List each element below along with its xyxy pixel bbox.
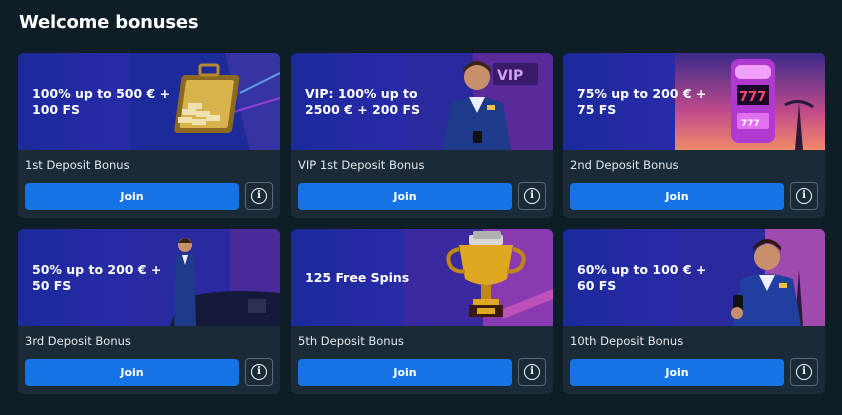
bonus-card: 777 777 75% up to 200 € + 75 FS 2nd Depo…	[563, 53, 825, 218]
bonus-name: 5th Deposit Bonus	[298, 334, 404, 348]
join-button[interactable]: Join	[298, 359, 512, 386]
info-icon: i	[251, 364, 267, 380]
info-button[interactable]: i	[790, 182, 818, 210]
bonus-headline: 100% up to 500 € + 100 FS	[32, 85, 171, 117]
info-icon: i	[524, 188, 540, 204]
bonus-name: 1st Deposit Bonus	[25, 158, 130, 172]
bonus-name: 3rd Deposit Bonus	[25, 334, 131, 348]
info-icon: i	[796, 188, 812, 204]
info-icon: i	[796, 364, 812, 380]
join-button[interactable]: Join	[570, 183, 784, 210]
bonus-name: 2nd Deposit Bonus	[570, 158, 679, 172]
svg-text:VIP: VIP	[497, 68, 523, 84]
bonus-name: 10th Deposit Bonus	[570, 334, 684, 348]
bonus-banner[interactable]: 777 777 75% up to 200 € + 75 FS	[563, 53, 825, 150]
info-icon: i	[251, 188, 267, 204]
bonus-headline: 60% up to 100 € + 60 FS	[577, 261, 707, 293]
bonus-banner[interactable]: 60% up to 100 € + 60 FS	[563, 229, 825, 326]
info-button[interactable]: i	[245, 358, 273, 386]
join-button[interactable]: Join	[298, 183, 512, 210]
join-button[interactable]: Join	[25, 359, 239, 386]
bonus-headline: 75% up to 200 € + 75 FS	[577, 85, 707, 117]
bonus-headline: 50% up to 200 € + 50 FS	[32, 261, 162, 293]
join-button[interactable]: Join	[570, 359, 784, 386]
page-title: Welcome bonuses	[19, 12, 199, 33]
bonus-banner[interactable]: 50% up to 200 € + 50 FS	[18, 229, 280, 326]
info-button[interactable]: i	[518, 358, 546, 386]
bonus-headline: 125 Free Spins	[305, 269, 410, 285]
bonus-card: VIP VIP: 100% up to 2500 € + 200 FS VIP …	[291, 53, 553, 218]
svg-text:777: 777	[739, 90, 766, 105]
join-button[interactable]: Join	[25, 183, 239, 210]
svg-text:777: 777	[741, 119, 760, 129]
info-button[interactable]: i	[790, 358, 818, 386]
info-button[interactable]: i	[245, 182, 273, 210]
bonus-banner[interactable]: 125 Free Spins	[291, 229, 553, 326]
bonus-banner[interactable]: 100% up to 500 € + 100 FS	[18, 53, 280, 150]
info-icon: i	[524, 364, 540, 380]
bonus-headline: VIP: 100% up to 2500 € + 200 FS	[305, 85, 421, 117]
bonus-card: 100% up to 500 € + 100 FS 1st Deposit Bo…	[18, 53, 280, 218]
bonus-card: 60% up to 100 € + 60 FS 10th Deposit Bon…	[563, 229, 825, 394]
bonus-banner[interactable]: VIP VIP: 100% up to 2500 € + 200 FS	[291, 53, 553, 150]
info-button[interactable]: i	[518, 182, 546, 210]
bonus-grid: 100% up to 500 € + 100 FS 1st Deposit Bo…	[18, 53, 825, 394]
bonus-card: 50% up to 200 € + 50 FS 3rd Deposit Bonu…	[18, 229, 280, 394]
bonus-name: VIP 1st Deposit Bonus	[298, 158, 425, 172]
bonus-card: 125 Free Spins 5th Deposit Bonus Join i	[291, 229, 553, 394]
